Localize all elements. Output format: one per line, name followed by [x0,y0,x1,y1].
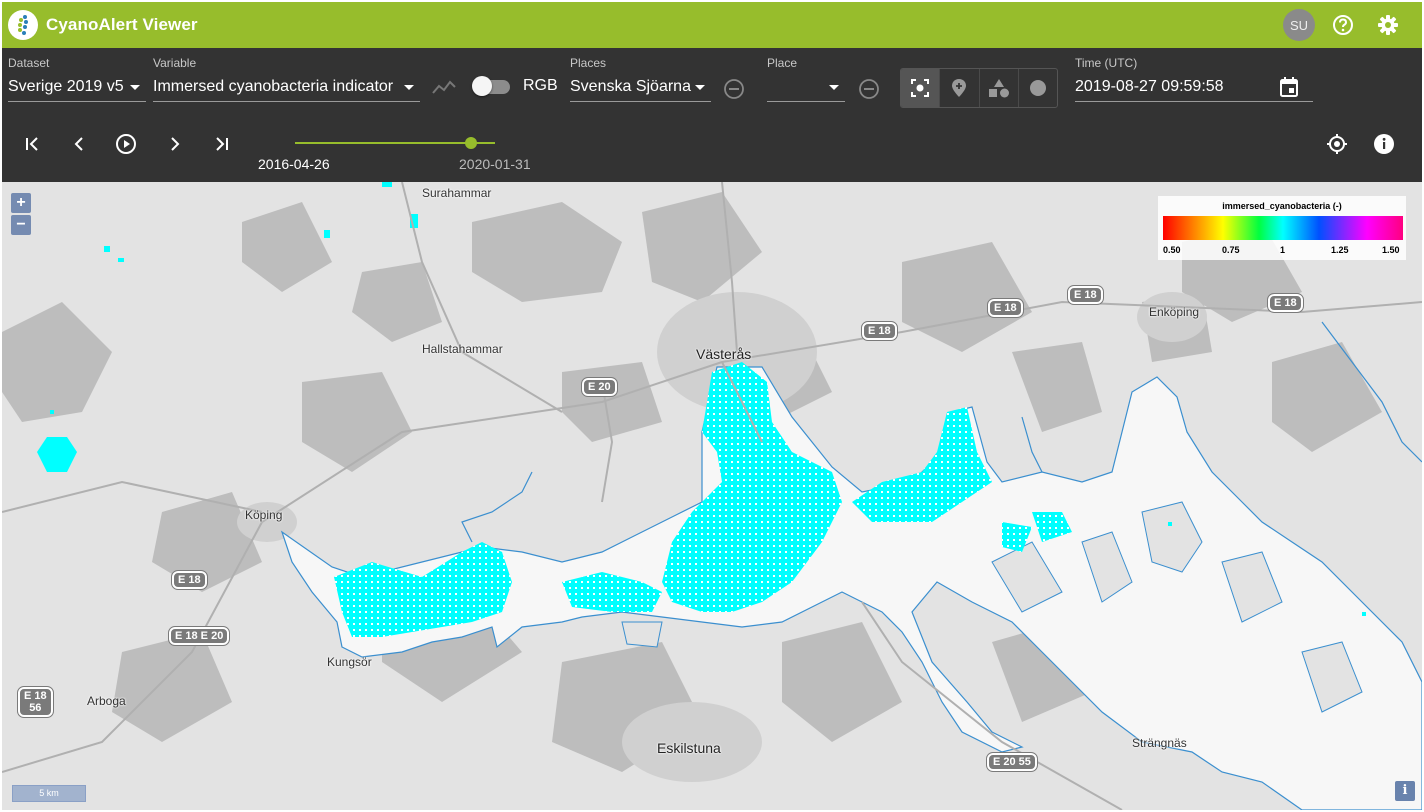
next-step-icon[interactable] [162,132,186,156]
place-label-koping: Köping [245,508,283,522]
locate-target-icon[interactable] [1325,132,1349,156]
legend-tick: 1 [1280,245,1286,255]
zoom-out-button[interactable]: − [11,215,31,235]
variable-select[interactable]: Variable Immersed cyanobacteria indicato… [153,48,420,102]
chevron-down-icon [695,85,705,90]
app-title: CyanoAlert Viewer [46,15,198,34]
time-range-start: 2016-04-26 [258,156,330,172]
legend-tick: 1.25 [1331,245,1349,255]
places-select[interactable]: Places Svenska Sjöarna [570,48,711,102]
color-legend: immersed_cyanobacteria (-) 0.50 0.75 1 1… [1158,196,1406,260]
app-bar: CyanoAlert Viewer SU [2,2,1422,48]
place-label: Place [767,56,798,70]
select-icon [911,79,930,97]
time-value: 2019-08-27 09:59:58 [1075,78,1224,95]
places-value: Svenska Sjöarna [570,78,691,95]
calendar-icon[interactable] [1277,75,1301,99]
place-label-hallstahammar: Hallstahammar [422,342,503,356]
dataset-value: Sverige 2019 v5 [8,78,124,95]
zoom-in-button[interactable]: + [11,193,31,213]
first-step-icon[interactable] [21,132,45,156]
remove-places-icon[interactable] [722,77,746,101]
places-label: Places [570,56,607,70]
help-icon[interactable] [1332,14,1354,36]
cyanoalert-logo-icon [8,10,38,40]
legend-tick: 0.50 [1163,245,1181,255]
legend-title: immersed_cyanobacteria (-) [1222,201,1342,211]
road-shield: E 18 56 [17,686,54,718]
rgb-label: RGB [523,77,558,94]
select-mode-button[interactable] [901,69,941,107]
road-shield: E 18 [861,321,898,341]
chevron-down-icon [829,85,839,90]
variable-label: Variable [153,56,197,70]
remove-place-icon[interactable] [857,77,881,101]
add-point-icon [952,79,967,97]
scale-bar: 5 km [12,785,86,802]
place-label-kungsor: Kungsör [327,655,372,669]
place-label-enkoping: Enköping [1149,305,1200,319]
place-select[interactable]: Place [767,48,845,102]
place-label-arboga: Arboga [87,694,126,708]
chevron-down-icon [130,85,140,90]
user-avatar[interactable]: SU [1283,9,1315,41]
road-shield: E 18 [987,298,1024,318]
previous-step-icon[interactable] [68,132,92,156]
rgb-toggle[interactable] [472,76,492,96]
dataset-label: Dataset [8,56,50,70]
add-point-button[interactable] [940,69,980,107]
place-label-strangnas: Strängnäs [1132,736,1187,750]
add-circle-button[interactable] [1019,69,1057,107]
road-shield: E 18 [171,570,208,590]
legend-colorbar [1163,216,1403,240]
map-attribution-info-button[interactable]: i [1395,781,1415,801]
place-label-surahammar: Surahammar [422,186,492,200]
basemap [2,182,1422,810]
play-icon[interactable] [114,132,138,156]
chevron-down-icon [404,85,414,90]
place-mode-button-group [900,68,1058,108]
last-step-icon[interactable] [209,132,233,156]
time-range-end: 2020-01-31 [459,156,531,172]
road-shield: E 18 E 20 [167,626,231,646]
time-slider-thumb[interactable] [465,137,477,149]
control-panel: Dataset Sverige 2019 v5 Variable Immerse… [2,48,1422,182]
legend-tick: 0.75 [1222,245,1240,255]
legend-tick: 1.50 [1382,245,1400,255]
map-view[interactable]: Surahammar Hallstahammar Västerås Köping… [2,182,1422,810]
road-shield: E 18 [1267,293,1304,313]
place-label-vasteras: Västerås [696,346,752,362]
road-shield: E 20 55 [986,752,1038,772]
variable-value: Immersed cyanobacteria indicator [153,78,394,95]
add-polygon-icon [988,79,1009,98]
timeseries-chart-icon[interactable] [430,76,458,98]
road-shield: E 20 [581,377,618,397]
add-polygon-button[interactable] [980,69,1019,107]
time-label: Time (UTC) [1075,56,1138,70]
road-shield: E 18 [1067,285,1104,305]
info-icon[interactable] [1372,132,1396,156]
settings-gear-icon[interactable] [1377,14,1399,36]
dataset-select[interactable]: Dataset Sverige 2019 v5 [8,48,146,102]
place-label-eskilstuna: Eskilstuna [657,740,721,756]
add-circle-icon [1029,80,1046,96]
